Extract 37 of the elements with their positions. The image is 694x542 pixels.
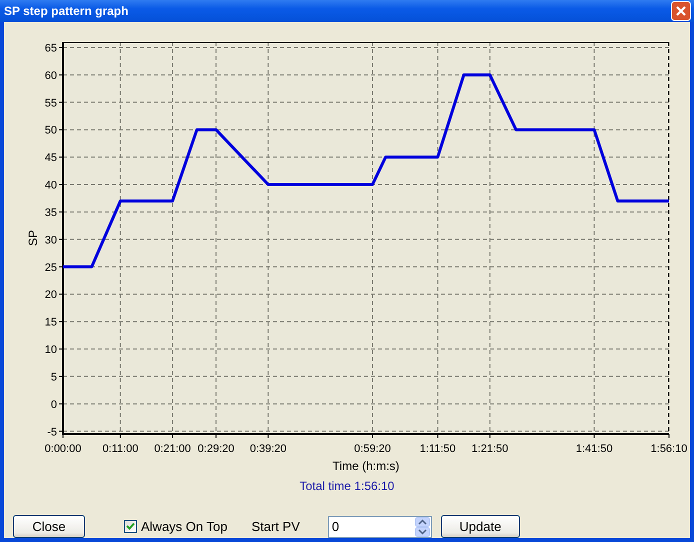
window-title: SP step pattern graph [4, 4, 128, 18]
close-button[interactable]: Close [13, 515, 85, 538]
axis-tick-label: 35 [44, 206, 57, 219]
axis-tick-label: 0:11:00 [102, 443, 138, 455]
axis-tick-label: 0:00:00 [44, 443, 82, 455]
axis-tick-label: 1:11:50 [420, 443, 456, 455]
axis-tick-label: 10 [44, 344, 57, 356]
axis-tick-label: 25 [44, 262, 57, 274]
axis-tick-label: 45 [44, 152, 57, 164]
axis-tick-label: 60 [44, 70, 57, 82]
close-icon[interactable] [671, 1, 691, 21]
axis-title: SP [26, 230, 40, 246]
axis-tick-label: 1:21:50 [472, 443, 508, 455]
axis-title: Time (h:m:s) [332, 459, 400, 473]
axis-tick-label: 1:41:50 [576, 443, 613, 455]
axis-tick-label: 0:39:20 [250, 443, 287, 455]
axis-tick-label: 50 [44, 124, 57, 137]
checkbox-label: Always On Top [141, 519, 228, 534]
checkbox[interactable] [124, 520, 137, 533]
axis-tick-label: 1:56:10 [650, 443, 688, 455]
axis-tick-label: 15 [44, 316, 57, 329]
axis-tick-label: 0:21:00 [154, 443, 191, 455]
axis-tick-label: 0:29:20 [198, 443, 234, 455]
axis-tick-label: 0:59:20 [354, 443, 391, 455]
field-label: Start PV [251, 519, 300, 534]
axis-tick-label: -5 [47, 426, 57, 438]
axis-tick-label: 5 [50, 371, 57, 384]
spin-down-icon[interactable] [414, 526, 430, 536]
axis-tick-label: 40 [44, 180, 57, 192]
axis-tick-label: 55 [44, 97, 57, 110]
total-time-label: Total time 1:56:10 [300, 479, 394, 495]
axis-tick-label: 65 [44, 42, 57, 54]
spin-up-icon[interactable] [414, 516, 430, 526]
axis-tick-label: 20 [44, 289, 57, 302]
axis-tick-label: 0 [50, 398, 57, 411]
axis-tick-label: 30 [44, 234, 57, 246]
update-button[interactable]: Update [440, 515, 520, 538]
